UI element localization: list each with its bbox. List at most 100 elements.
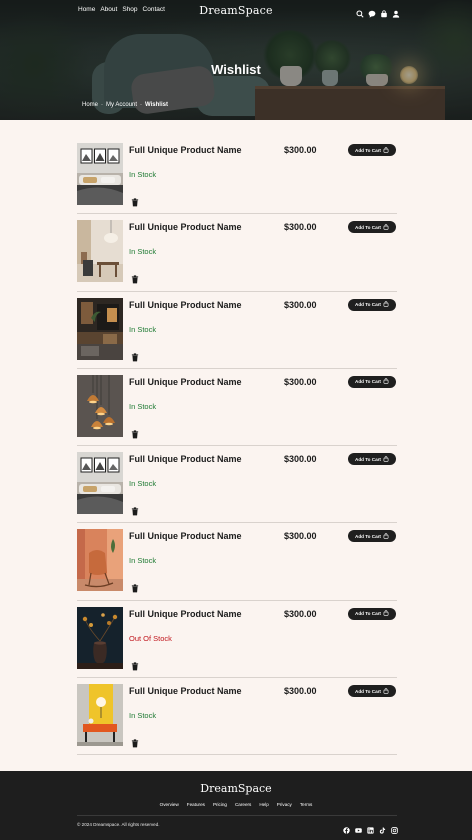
footer-link-help[interactable]: Help [259,802,268,807]
breadcrumb-current: Wishlist [145,102,168,108]
shopping-bag-icon [383,610,389,617]
hero-overlay [0,0,472,120]
stock-status: In Stock [129,324,157,334]
footer-link-privacy[interactable]: Privacy [277,802,292,807]
add-to-cart-button[interactable]: Add To Cart [348,144,396,156]
product-image[interactable] [77,143,123,205]
stock-status: Out Of Stock [129,633,172,643]
wishlist-item: Full Unique Product Name $300.00 Out Of St… [77,601,397,679]
product-name[interactable]: Full Unique Product Name [129,609,242,619]
shopping-bag-icon [383,687,389,695]
trash-icon[interactable] [131,580,139,593]
footer-link-terms[interactable]: Terms [300,802,313,807]
product-name[interactable]: Full Unique Product Name [129,222,242,232]
site-logo[interactable]: DreamSpace [0,4,472,17]
breadcrumb-separator: · [101,102,104,108]
cart-icon[interactable] [380,5,388,18]
add-to-cart-button[interactable]: Add To Cart [348,221,396,234]
stock-status: In Stock [129,479,157,489]
add-to-cart-label: Add To Cart [355,611,381,617]
breadcrumb: Home · My Account · Wishlist [82,102,168,108]
footer-link-overview[interactable]: Overview [160,802,179,807]
product-name[interactable]: Full Unique Product Name [129,686,242,696]
product-name[interactable]: Full Unique Product Name [129,300,242,310]
add-to-cart-label: Add To Cart [355,688,381,694]
shopping-bag-icon [383,455,389,463]
stock-status: In Stock [129,556,157,566]
hero-banner [0,0,472,120]
add-to-cart-button[interactable]: Add To Cart [348,530,396,543]
add-to-cart-button[interactable]: Add To Cart [348,685,396,698]
breadcrumb-home[interactable]: Home [82,102,98,108]
trash-icon[interactable] [131,426,139,439]
wishlist-item: Full Unique Product Name $300.00 In Stock A… [77,678,397,756]
stock-status: In Stock [129,711,157,721]
linkedin-icon[interactable] [367,821,374,834]
social-links [343,821,398,834]
tiktok-icon[interactable] [379,821,386,834]
add-to-cart-button[interactable]: Add To Cart [348,298,396,311]
product-price: $300.00 [284,299,317,310]
breadcrumb-my-account[interactable]: My Account [106,102,137,108]
shopping-bag-icon [383,224,389,231]
footer-divider [77,815,397,816]
footer-logo[interactable]: DreamSpace [0,782,472,795]
footer: DreamSpace Overview Features Pricing Car… [0,771,472,840]
add-to-cart-label: Add To Cart [355,456,381,462]
copyright: © 2024 Dreamspace. All rights reserved. [77,822,160,827]
youtube-icon[interactable] [355,821,362,833]
user-icon[interactable] [392,5,400,18]
footer-link-pricing[interactable]: Pricing [213,802,227,807]
trash-icon[interactable] [131,658,139,671]
wishlist-item: Full Unique Product Name $300.00 In Stock A… [77,292,397,369]
product-price: $300.00 [284,686,317,697]
header-icons [356,5,400,18]
instagram-icon[interactable] [391,821,398,834]
wishlist-item: Full Unique Product Name $300.00 In Stock A… [77,369,397,447]
trash-icon[interactable] [131,194,139,207]
footer-link-careers[interactable]: Careers [235,802,251,807]
product-price: $300.00 [284,608,317,619]
wishlist-item: Full Unique Product Name $300.00 In Stock A… [77,446,397,524]
product-image[interactable] [77,374,123,437]
search-icon[interactable] [356,5,364,18]
product-name[interactable]: Full Unique Product Name [129,145,242,155]
trash-icon[interactable] [131,271,139,284]
product-price: $300.00 [284,454,317,465]
product-image[interactable] [77,684,123,747]
footer-links: Overview Features Pricing Careers Help P… [0,802,472,807]
stock-status: In Stock [129,170,157,179]
product-image[interactable] [77,297,123,360]
product-image[interactable] [77,529,123,592]
product-price: $300.00 [284,145,317,155]
chat-icon[interactable] [368,5,376,18]
add-to-cart-label: Add To Cart [355,533,381,539]
add-to-cart-button[interactable]: Add To Cart [348,375,396,388]
facebook-icon[interactable] [343,821,350,834]
stock-status: In Stock [129,247,157,257]
add-to-cart-label: Add To Cart [355,224,381,230]
product-price: $300.00 [284,531,317,542]
add-to-cart-button[interactable]: Add To Cart [348,607,396,620]
shopping-bag-icon [383,533,389,540]
product-name[interactable]: Full Unique Product Name [129,454,242,464]
page-title: Wishlist [211,62,261,77]
shopping-bag-icon [383,301,389,308]
trash-icon[interactable] [131,349,139,362]
wishlist-item: Full Unique Product Name $300.00 In Stock A… [77,214,397,292]
product-image[interactable] [77,220,123,283]
product-name[interactable]: Full Unique Product Name [129,531,242,541]
wishlist-list: Full Unique Product Name $300.00 In Stock A… [77,137,397,756]
trash-icon[interactable] [131,503,139,516]
product-name[interactable]: Full Unique Product Name [129,377,242,387]
shopping-bag-icon [383,146,389,154]
add-to-cart-label: Add To Cart [355,302,381,308]
wishlist-item: Full Unique Product Name $300.00 In Stock A… [77,523,397,601]
trash-icon[interactable] [131,735,139,748]
product-image[interactable] [77,606,123,669]
product-image[interactable] [77,452,123,515]
footer-link-features[interactable]: Features [187,802,205,807]
add-to-cart-button[interactable]: Add To Cart [348,453,396,466]
shopping-bag-icon [383,378,389,385]
product-price: $300.00 [284,376,317,387]
